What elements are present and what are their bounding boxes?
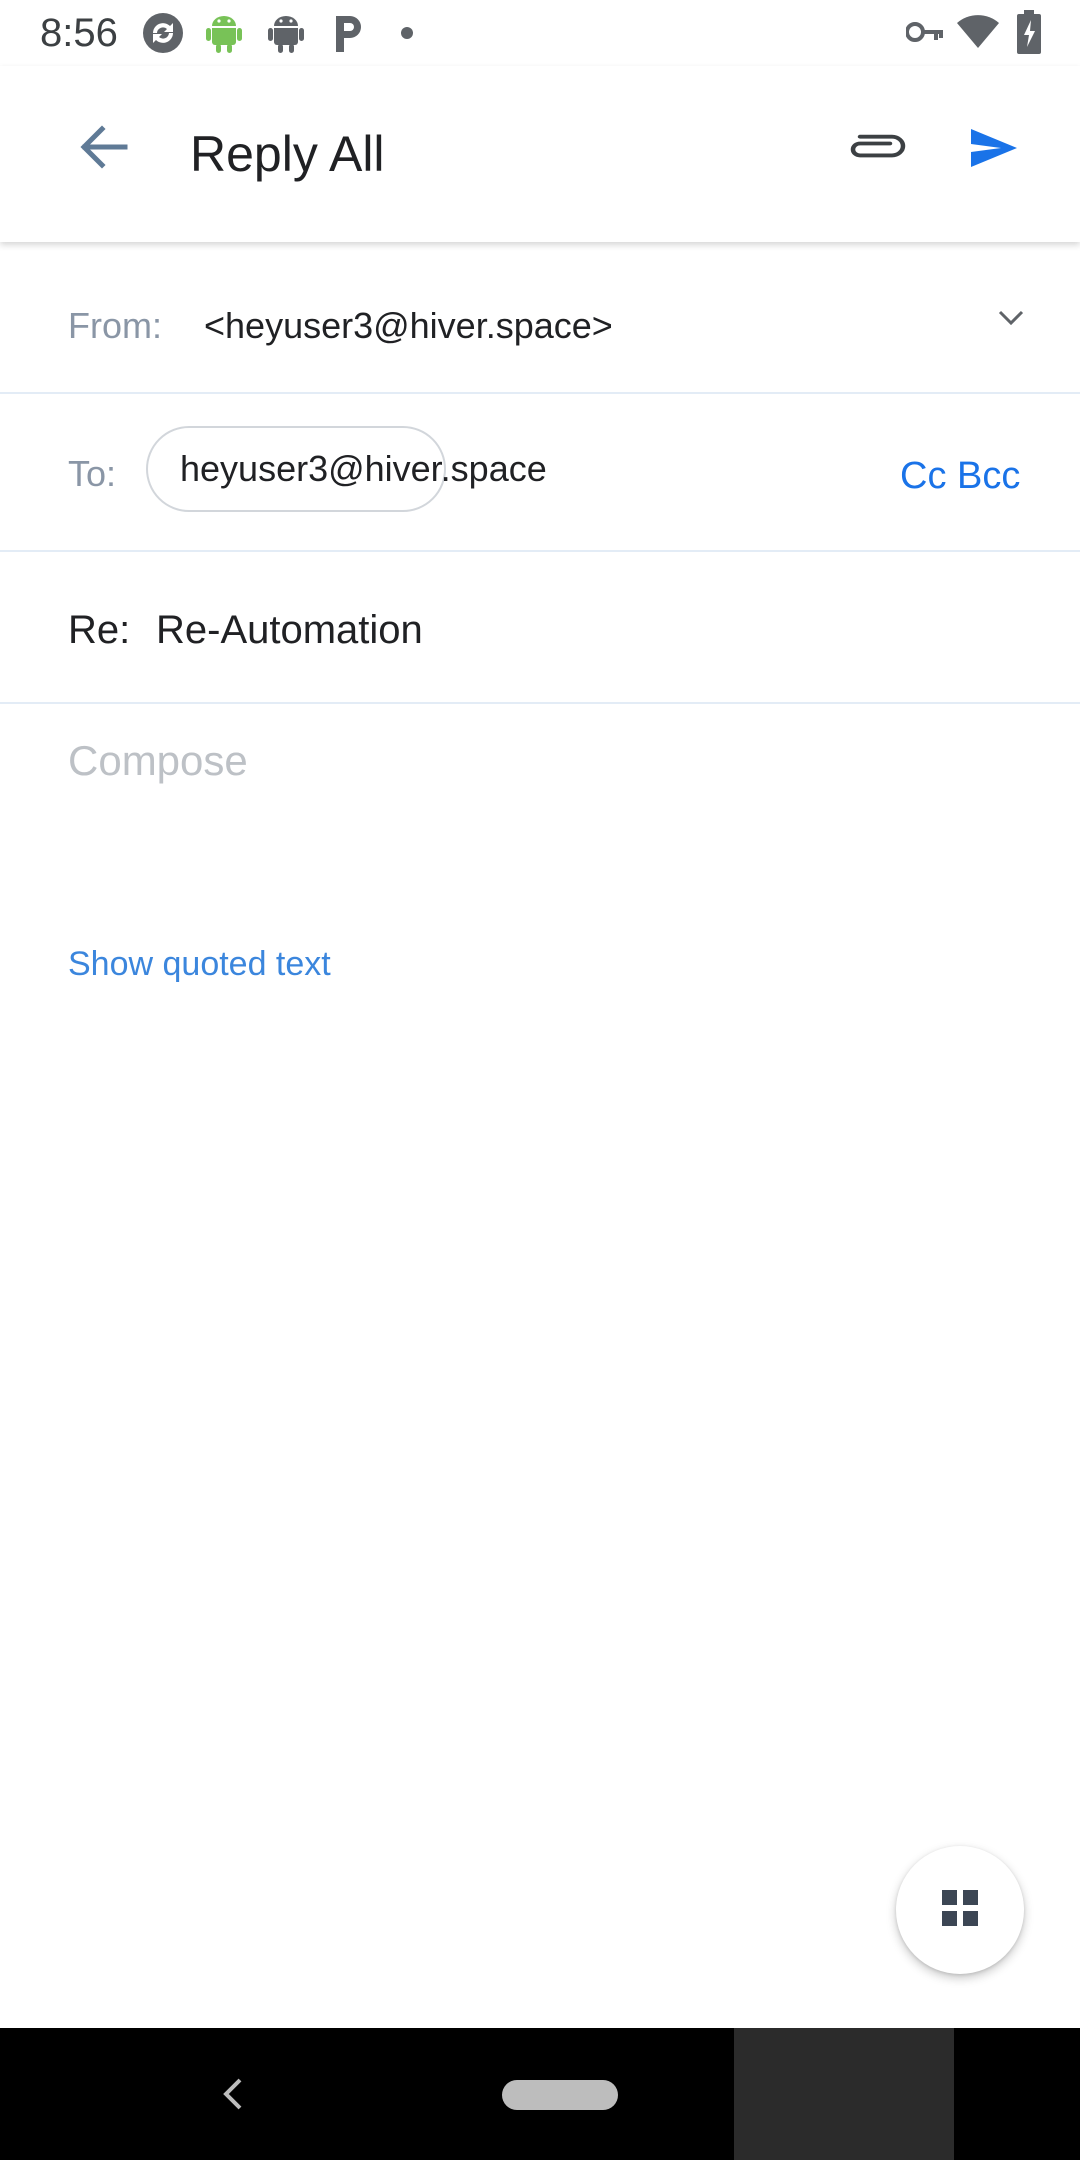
compose-body[interactable]: Compose [68,736,248,786]
battery-charging-icon [1016,10,1042,59]
parking-app-icon [330,12,366,59]
send-button[interactable] [954,110,1034,190]
from-address[interactable]: <heyuser3@hiver.space> [204,304,613,348]
subject-input[interactable]: Re-Automation [156,608,423,652]
arrow-left-icon [78,124,128,174]
cc-bcc-button[interactable]: Cc Bcc [900,454,1020,498]
android-icon [204,12,244,59]
chevron-down-icon[interactable] [996,308,1026,333]
nav-recent-area[interactable] [734,2028,954,2160]
show-quoted-text-link[interactable]: Show quoted text [68,942,331,986]
attach-button[interactable] [836,110,916,190]
recipient-chip[interactable]: heyuser3@hiver.space [146,426,547,512]
dot-icon [400,26,414,45]
page-title: Reply All [190,126,385,182]
back-button[interactable] [60,106,146,192]
system-nav-bar [0,2028,1080,2160]
sync-icon [140,10,186,61]
to-label: To: [68,453,117,494]
android-icon [266,12,306,59]
templates-fab[interactable] [896,1846,1024,1974]
app-bar: Reply All [0,66,1080,242]
from-label: From: [68,305,162,346]
recipient-chip-label: heyuser3@hiver.space [180,448,547,489]
status-time: 8:56 [40,11,118,55]
vpn-key-icon [905,18,944,51]
grid-icon [940,1888,980,1933]
paperclip-icon [846,131,906,170]
subject-row[interactable]: Re: Re-Automation [0,552,1080,704]
status-bar: 8:56 [0,0,1080,66]
from-row[interactable]: From: <heyuser3@hiver.space> [0,242,1080,394]
wifi-icon [956,14,1000,55]
subject-label: Re: [68,608,131,652]
nav-home-button[interactable] [502,2080,618,2110]
nav-back-icon[interactable] [220,2074,244,2119]
send-icon [969,127,1019,174]
